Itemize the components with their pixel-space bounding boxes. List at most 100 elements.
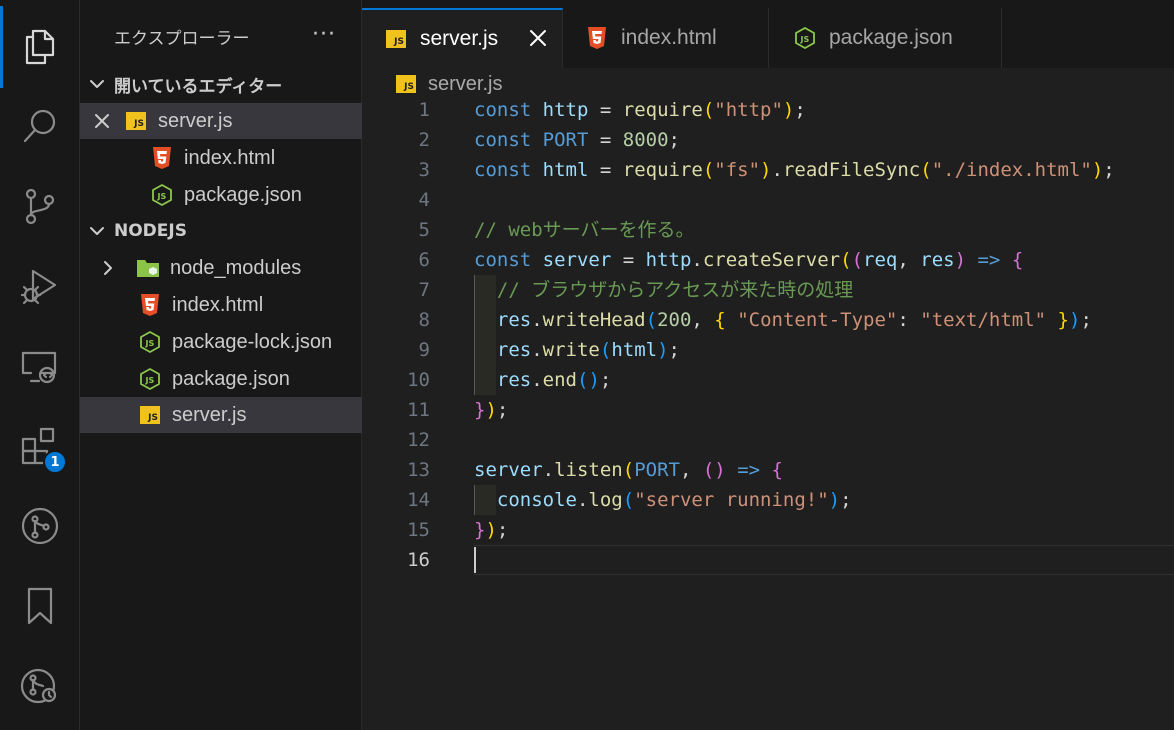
git-history-icon[interactable] (0, 656, 80, 716)
git-graph-icon[interactable] (0, 496, 80, 556)
code-token: listen (554, 459, 623, 481)
code-token: . (691, 249, 703, 271)
tab-label: server.js (420, 27, 499, 50)
line-number: 16 (407, 549, 430, 571)
line-number: 7 (418, 279, 430, 301)
code-token: writeHead (542, 309, 646, 331)
code-token: server (542, 249, 612, 271)
code-token: , (897, 249, 921, 271)
close-icon[interactable] (80, 113, 124, 129)
explorer-sidebar: エクスプローラー ··· 開いているエディター JS server.js ind… (80, 0, 362, 730)
line-number: 6 (418, 249, 430, 271)
code-token: , (691, 309, 715, 331)
code-token: console (496, 489, 577, 511)
source-control-icon[interactable] (0, 176, 80, 236)
tree-item-server-js[interactable]: JS server.js (80, 397, 362, 433)
open-editors-header[interactable]: 開いているエディター (80, 66, 362, 102)
code-line: }); (474, 395, 508, 425)
more-actions-icon[interactable]: ··· (312, 22, 336, 47)
nodejs-file-icon: JS (793, 26, 817, 50)
tree-item-node-modules[interactable]: node_modules (80, 250, 362, 286)
line-number: 13 (407, 459, 430, 481)
open-editor-label: server.js (158, 109, 233, 132)
code-token: require (622, 159, 703, 181)
code-token: ( (599, 339, 612, 361)
js-file-icon: JS (384, 27, 408, 51)
line-number: 14 (407, 489, 430, 511)
code-token: ) (485, 399, 497, 421)
line-number: 5 (418, 219, 430, 241)
bookmarks-icon[interactable] (0, 576, 80, 636)
code-token: ; (668, 339, 680, 361)
code-token: ; (496, 399, 509, 421)
tab-server-js[interactable]: JS server.js (362, 8, 563, 68)
code-token: "Content-Type" (737, 309, 898, 331)
code-token: ) (954, 249, 967, 271)
project-header[interactable]: NODEJS (80, 213, 362, 249)
remote-explorer-icon[interactable] (0, 336, 80, 396)
code-editor[interactable]: 1 2 3 4 5 6 7 8 9 10 11 12 13 14 15 16 const http = requ… (362, 96, 1174, 730)
open-editor-item-package-json[interactable]: JS package.json (80, 177, 362, 213)
tree-item-label: index.html (172, 293, 264, 316)
code-token: ; (668, 129, 680, 151)
code-line: // ブラウザからアクセスが来た時の処理 (474, 275, 853, 305)
code-token: } (474, 399, 486, 421)
tab-bar: JS server.js index.html JS package.json (362, 0, 1174, 68)
open-editor-label: package.json (184, 183, 302, 206)
tree-item-index-html[interactable]: index.html (80, 287, 362, 323)
code-line: res.writeHead(200, { "Content-Type": "te… (474, 305, 1092, 335)
activity-bar: 1 (0, 0, 80, 730)
code-token: ( (702, 159, 715, 181)
tree-item-package-lock-json[interactable]: JS package-lock.json (80, 324, 362, 360)
sidebar-title: エクスプローラー (114, 29, 250, 49)
code-token: // ブラウザからアクセスが来た時の処理 (496, 279, 854, 301)
run-debug-icon[interactable] (0, 256, 80, 316)
code-token: ; (794, 99, 806, 121)
open-editor-item-index-html[interactable]: index.html (80, 140, 362, 176)
code-line: const server = http.createServer((req, r… (474, 245, 1023, 275)
code-token: "./index.html" (931, 159, 1092, 181)
code-token: write (542, 339, 600, 361)
tab-package-json[interactable]: JS package.json (769, 8, 1002, 68)
svg-text:JS: JS (145, 339, 155, 348)
code-token: "fs" (714, 159, 761, 181)
close-tab-icon[interactable] (528, 28, 548, 48)
chevron-right-icon (80, 260, 136, 276)
line-number: 1 (418, 99, 430, 121)
code-line: console.log("server running!"); (474, 485, 852, 515)
code-line: server.listen(PORT, () => { (474, 455, 783, 485)
search-icon[interactable] (0, 96, 80, 156)
code-token: , (679, 459, 703, 481)
chevron-down-icon (80, 223, 114, 239)
code-token: . (542, 459, 555, 481)
line-number: 10 (407, 369, 430, 391)
line-number: 11 (407, 399, 430, 421)
tree-item-package-json[interactable]: JS package.json (80, 361, 362, 397)
code-token: . (771, 159, 783, 181)
code-token: res (496, 369, 532, 391)
files-icon[interactable] (0, 16, 80, 76)
open-editor-item-server-js[interactable]: JS server.js (80, 103, 362, 139)
code-line: res.write(html); (474, 335, 680, 365)
code-token: html (542, 159, 589, 181)
code-line: const html = require("fs").readFileSync(… (474, 155, 1115, 185)
code-token: ) (485, 519, 497, 541)
extensions-icon[interactable] (0, 416, 80, 476)
html-file-icon (150, 146, 174, 170)
code-token: . (531, 309, 543, 331)
code-token: = (588, 99, 623, 121)
breadcrumb-file[interactable]: server.js (428, 73, 502, 96)
code-token: . (531, 369, 543, 391)
svg-text:JS: JS (800, 35, 810, 44)
code-token: ; (1103, 159, 1115, 181)
code-token: const (474, 249, 532, 271)
tab-index-html[interactable]: index.html (563, 8, 769, 68)
line-number: 9 (418, 339, 430, 361)
code-token: "http" (714, 99, 783, 121)
code-line: const PORT = 8000; (474, 125, 680, 155)
